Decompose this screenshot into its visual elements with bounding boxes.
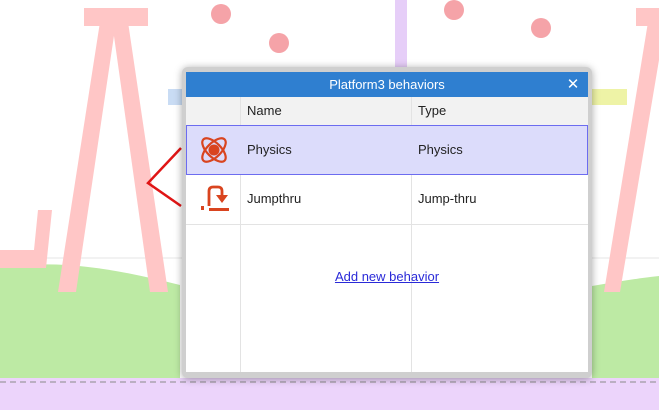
physics-icon [201,137,227,163]
dialog-title: Platform3 behaviors [329,77,445,92]
collectible-dot [531,18,551,38]
layout-guide-bottom [0,378,659,410]
add-new-behavior-link[interactable]: Add new behavior [186,269,588,284]
close-icon: ✕ [566,76,580,93]
column-header-icon [186,97,240,125]
row-icon-cell [187,126,241,174]
column-header-type[interactable]: Type [418,97,446,125]
column-header-name[interactable]: Name [247,97,282,125]
row-icon-cell [186,175,240,223]
behaviors-table: Name Type Physics Physics Jumpthru Jump-… [186,97,588,372]
swing-leg-left [58,22,116,292]
yellow-block [590,89,627,105]
dialog-titlebar[interactable]: Platform3 behaviors ✕ [186,72,588,97]
collectible-dot [269,33,289,53]
table-header: Name Type [186,97,588,126]
collectible-dot [211,4,231,24]
row-type: Jump-thru [418,191,477,206]
row-name: Jumpthru [247,191,302,206]
slope-piece [0,210,52,268]
swing-leg-right [112,22,168,292]
collectible-dot [444,0,464,20]
row-type: Physics [418,142,463,157]
row-name: Physics [247,142,292,157]
behaviors-dialog: Platform3 behaviors ✕ Name Type Physics … [182,67,592,378]
jumpthru-icon [201,185,229,211]
table-row[interactable]: Jumpthru Jump-thru [186,175,588,225]
close-button[interactable]: ✕ [564,74,582,94]
table-row[interactable]: Physics Physics [186,125,588,175]
swing-leg-far-right [604,22,659,292]
